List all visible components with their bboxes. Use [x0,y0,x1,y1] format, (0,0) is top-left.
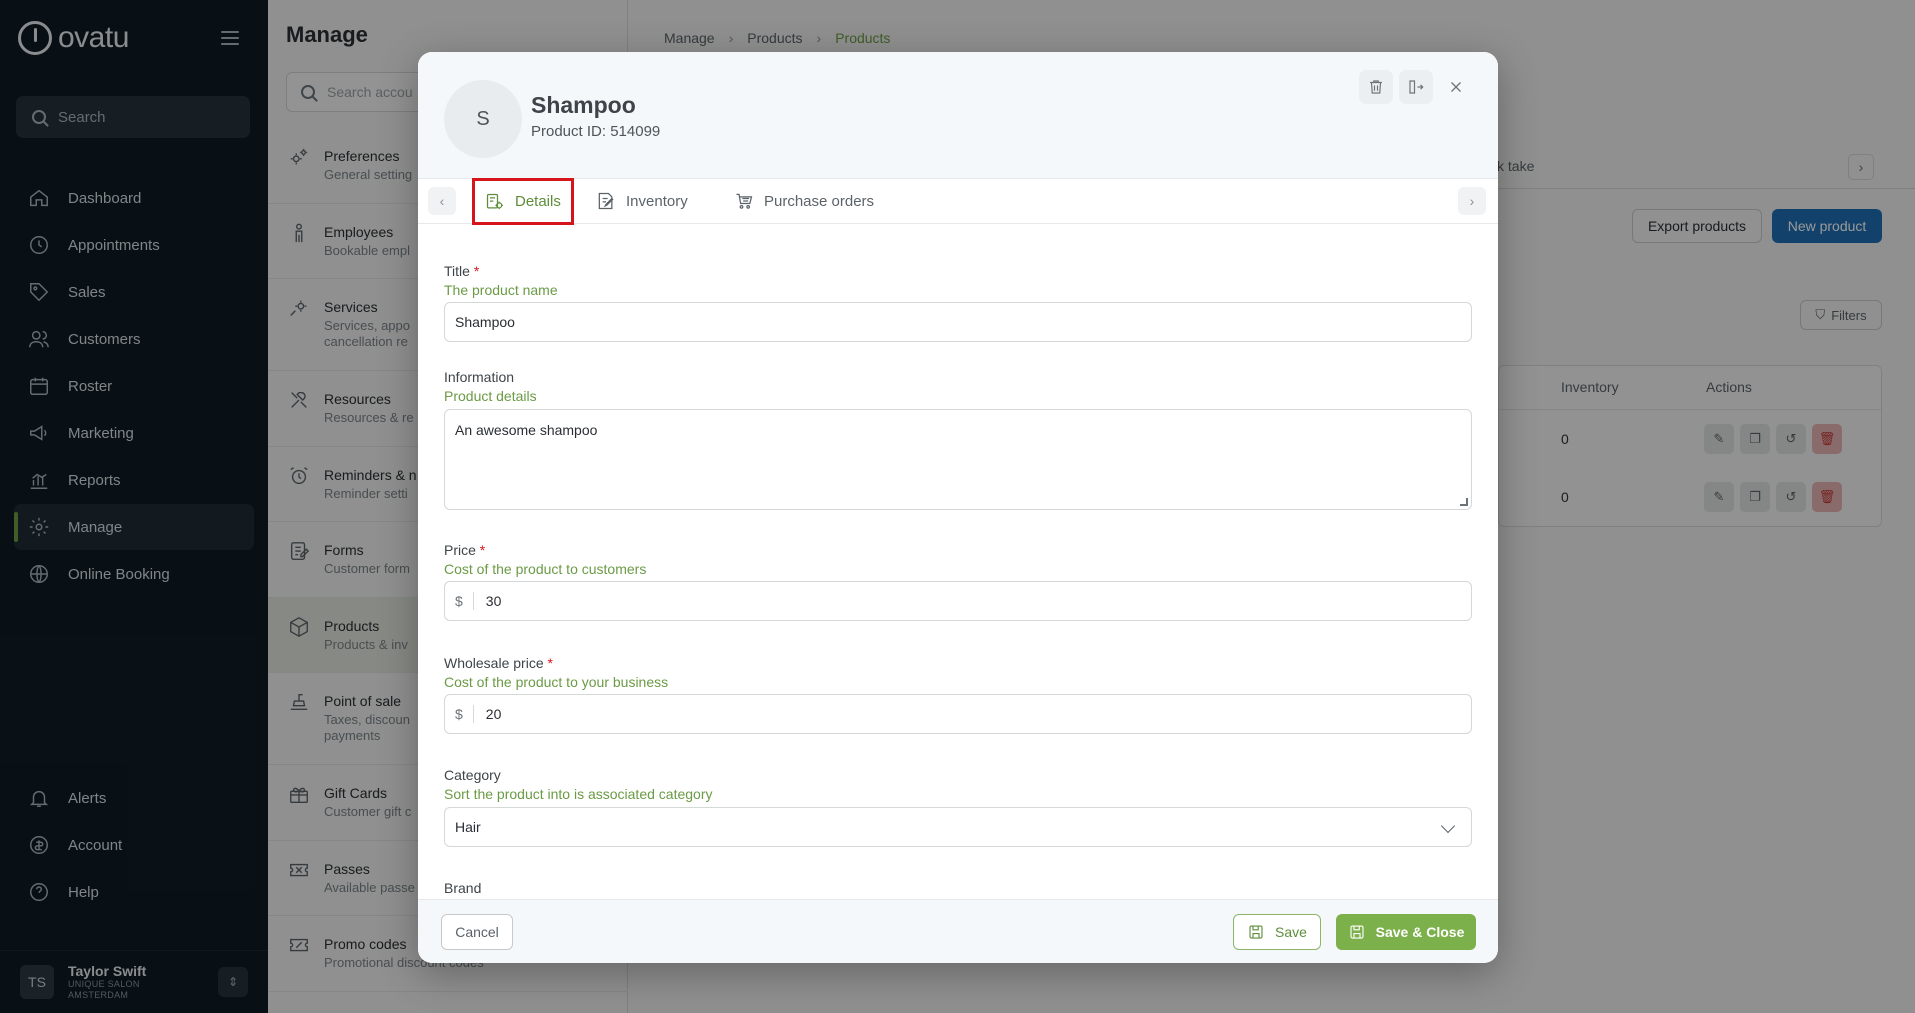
category-value: Hair [455,819,481,835]
wholesale-price-label: Wholesale price * [444,655,553,671]
delete-button[interactable] [1359,70,1393,104]
tab-label: Details [515,193,561,210]
information-help: Product details [444,388,537,404]
price-value: 30 [485,593,502,609]
information-value: An awesome shampoo [455,422,598,438]
information-label: Information [444,369,515,385]
save-and-close-label: Save & Close [1375,924,1465,940]
save-label: Save [1275,924,1307,940]
tab-label: Purchase orders [764,192,875,210]
trash-icon [1370,80,1382,94]
modal-footer: Cancel Save Save & Close [418,899,1498,963]
close-icon [1451,82,1461,92]
category-label: Category [444,767,501,783]
category-select[interactable]: Hair [444,807,1472,847]
currency-prefix: $ [455,705,474,723]
category-help: Sort the product into is associated cate… [444,786,713,802]
modal-tabs: ‹ Details Inventory Purchase orders › [418,178,1498,225]
title-help: The product name [444,282,558,298]
save-and-close-button[interactable]: Save & Close [1336,914,1476,950]
tab-inventory[interactable]: Inventory [586,179,698,223]
save-icon [1350,925,1364,939]
currency-prefix: $ [455,592,474,610]
chevron-right-icon[interactable]: › [1458,187,1486,215]
wholesale-price-value: 20 [485,706,502,722]
tab-details[interactable]: Details [472,178,574,225]
cart-icon [736,193,753,209]
price-label: Price * [444,542,486,558]
save-button[interactable]: Save [1233,914,1321,950]
save-icon [1249,925,1263,939]
close-button[interactable] [1439,70,1473,104]
title-input[interactable]: Shampoo [444,302,1472,342]
inventory-icon [598,192,614,210]
brand-label: Brand [444,880,482,896]
title-label: Title * [444,263,480,279]
product-id: Product ID: 514099 [531,123,661,140]
chevron-down-icon [1440,818,1456,834]
cancel-button[interactable]: Cancel [441,914,513,950]
wholesale-price-help: Cost of the product to your business [444,674,669,690]
modal-header: S Shampoo Product ID: 514099 [418,52,1498,178]
price-help: Cost of the product to customers [444,561,647,577]
tab-purchase-orders[interactable]: Purchase orders [724,179,884,223]
product-title: Shampoo [531,92,636,118]
tab-label: Inventory [626,192,688,210]
product-form: Title * The product name Shampoo Informa… [444,224,1472,899]
price-input[interactable]: $ 30 [444,581,1472,621]
title-value: Shampoo [455,314,515,330]
exit-icon [1409,80,1424,94]
open-page-button[interactable] [1399,70,1433,104]
product-modal: S Shampoo Product ID: 514099 ‹ Details I… [418,52,1498,963]
chevron-left-icon[interactable]: ‹ [428,187,456,215]
resize-handle-icon[interactable] [1460,498,1468,506]
details-gear-icon [486,193,503,209]
information-textarea[interactable]: An awesome shampoo [444,409,1472,510]
wholesale-price-input[interactable]: $ 20 [444,694,1472,734]
avatar: S [444,80,522,158]
